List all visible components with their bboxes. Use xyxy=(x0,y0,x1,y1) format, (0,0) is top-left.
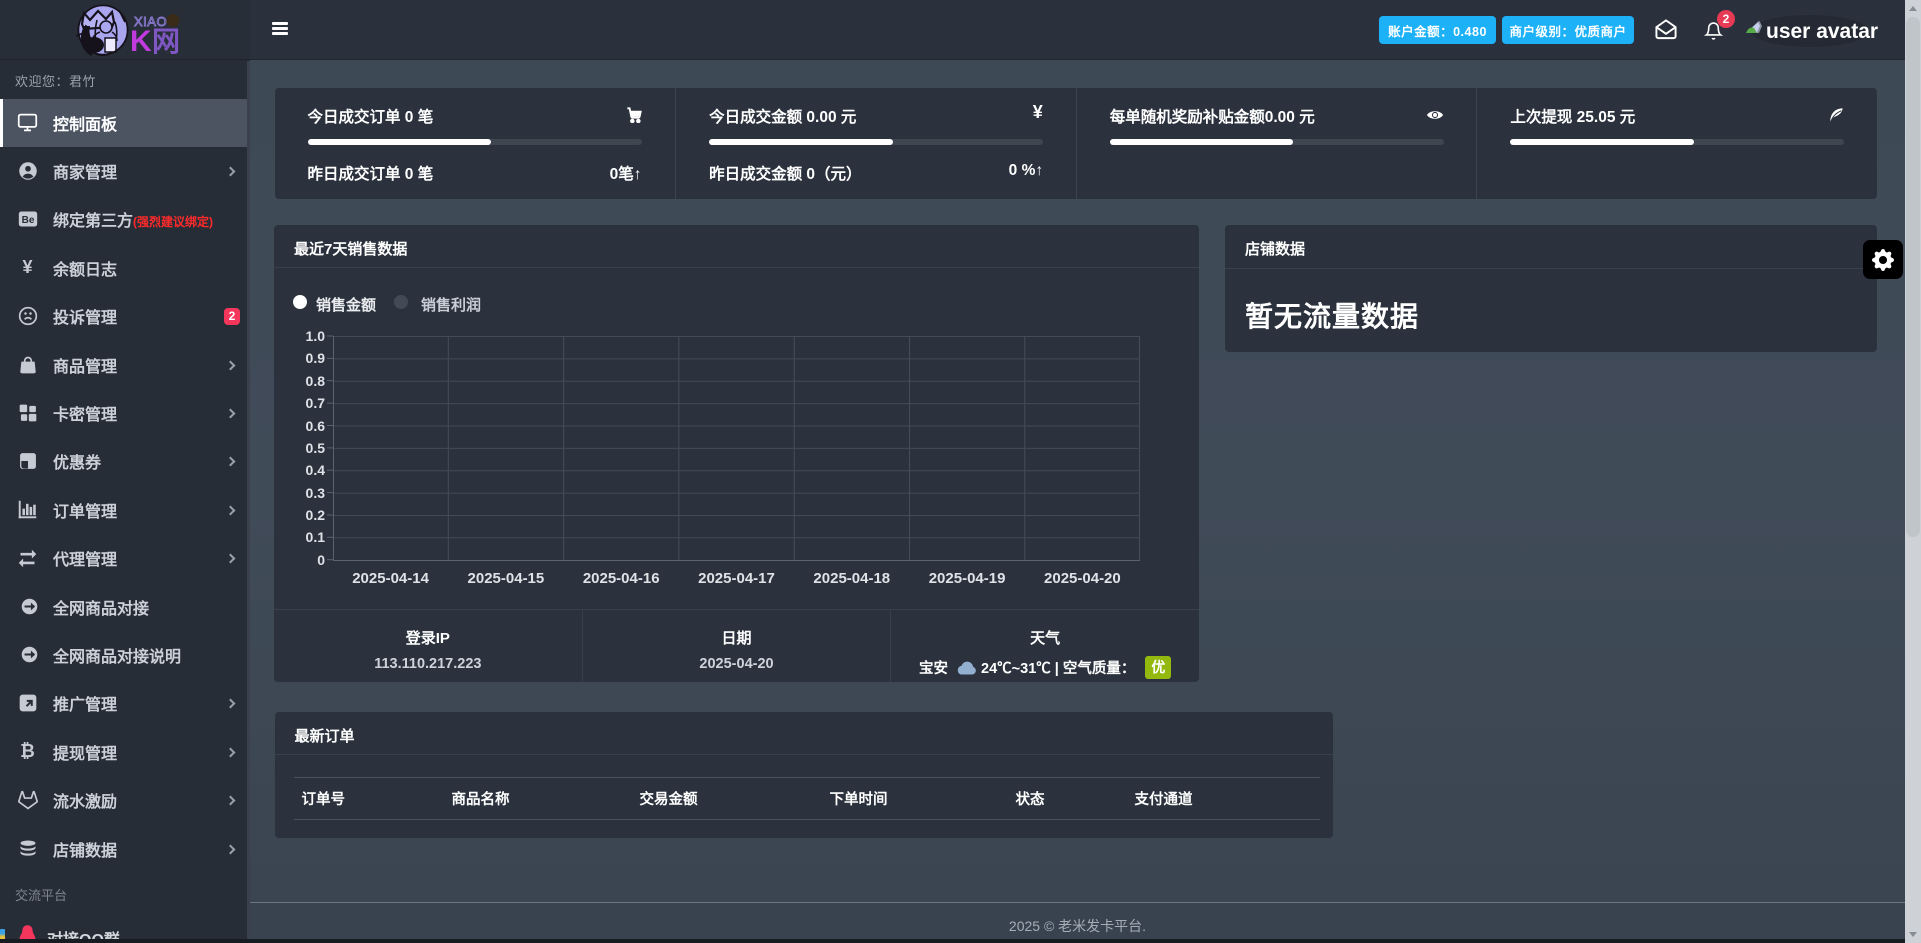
svg-text:网: 网 xyxy=(152,26,180,57)
svg-text:Be: Be xyxy=(21,216,34,227)
svg-text:K: K xyxy=(130,25,152,58)
